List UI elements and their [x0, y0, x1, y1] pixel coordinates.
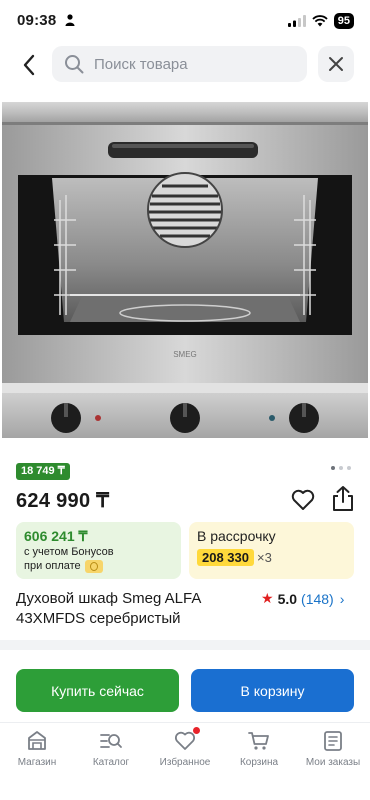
carousel-dot — [339, 466, 343, 470]
notification-dot — [193, 727, 200, 734]
share-icon[interactable] — [330, 485, 356, 513]
installment-title: В рассрочку — [197, 528, 276, 544]
tab-store[interactable]: Магазин — [0, 729, 74, 768]
catalog-icon — [100, 734, 122, 748]
chevron-right-icon: › — [339, 590, 345, 607]
bonus-price-card[interactable]: 606 241 ₸ с учетом Бонусов при оплате — [16, 522, 181, 579]
heart-icon[interactable] — [290, 487, 316, 513]
tab-label: Корзина — [239, 757, 279, 768]
product-price: 624 990 ₸ — [16, 490, 110, 512]
cart-icon — [248, 732, 269, 750]
bonus-coin-icon — [84, 559, 103, 573]
bonus-badge: 18 749 ₸ — [16, 463, 70, 480]
brand-mark: SMEG — [173, 350, 197, 359]
tab-label: Магазин — [17, 757, 57, 768]
bottom-tab-bar: Магазин Каталог Избранное Корзина Мои за… — [0, 722, 370, 800]
rating-score: 5.0 — [277, 590, 298, 607]
buy-now-button[interactable]: Купить сейчас — [16, 669, 179, 712]
section-divider — [0, 640, 370, 650]
status-indicators: 95 — [287, 13, 354, 29]
add-to-cart-button[interactable]: В корзину — [191, 669, 354, 712]
installment-card[interactable]: В рассрочку 208 330 ×3 — [189, 522, 354, 579]
bonus-price-amount: 606 241 ₸ — [24, 528, 88, 544]
tab-label: Избранное — [159, 757, 211, 768]
battery-indicator: 95 — [333, 13, 354, 29]
review-count: (148) — [301, 590, 334, 607]
orders-icon — [324, 731, 342, 751]
installment-monthly: 208 330 — [197, 549, 254, 566]
product-image[interactable]: SMEG — [0, 100, 370, 445]
back-button[interactable] — [14, 50, 44, 80]
tab-label: Каталог — [92, 757, 130, 768]
wifi-icon — [312, 15, 328, 27]
top-bar — [0, 44, 370, 86]
carousel-dot — [347, 466, 351, 470]
tab-catalog[interactable]: Каталог — [74, 729, 148, 768]
bonus-price-line1: с учетом Бонусов — [24, 546, 114, 558]
bonus-price-line2-wrap: при оплате — [24, 559, 173, 573]
rating-link[interactable]: ★ 5.0 (148) › — [261, 590, 344, 607]
signal-icon — [287, 15, 306, 27]
close-button[interactable] — [318, 46, 354, 82]
search-bar[interactable] — [52, 46, 307, 82]
store-icon — [28, 731, 46, 750]
search-icon — [65, 55, 84, 74]
carousel-dot — [331, 466, 335, 470]
tab-cart[interactable]: Корзина — [222, 729, 296, 768]
search-input[interactable] — [94, 55, 294, 73]
product-title: Духовой шкаф Smeg ALFA 43XMFDS серебрист… — [16, 590, 201, 627]
status-bar: 09:38 95 — [0, 0, 370, 44]
installment-multiplier: ×3 — [257, 550, 272, 565]
chevron-left-icon — [23, 54, 35, 76]
tab-label: Мои заказы — [305, 757, 361, 768]
close-icon — [329, 57, 343, 71]
tab-favorites[interactable]: Избранное — [148, 727, 222, 768]
favorites-icon-wrap — [173, 727, 200, 753]
image-carousel-dots[interactable] — [331, 466, 351, 470]
status-time: 09:38 — [17, 12, 57, 29]
bonus-price-line2: при оплате — [24, 560, 81, 572]
person-icon — [65, 14, 75, 26]
tab-orders[interactable]: Мои заказы — [296, 729, 370, 768]
star-icon: ★ — [261, 590, 274, 606]
